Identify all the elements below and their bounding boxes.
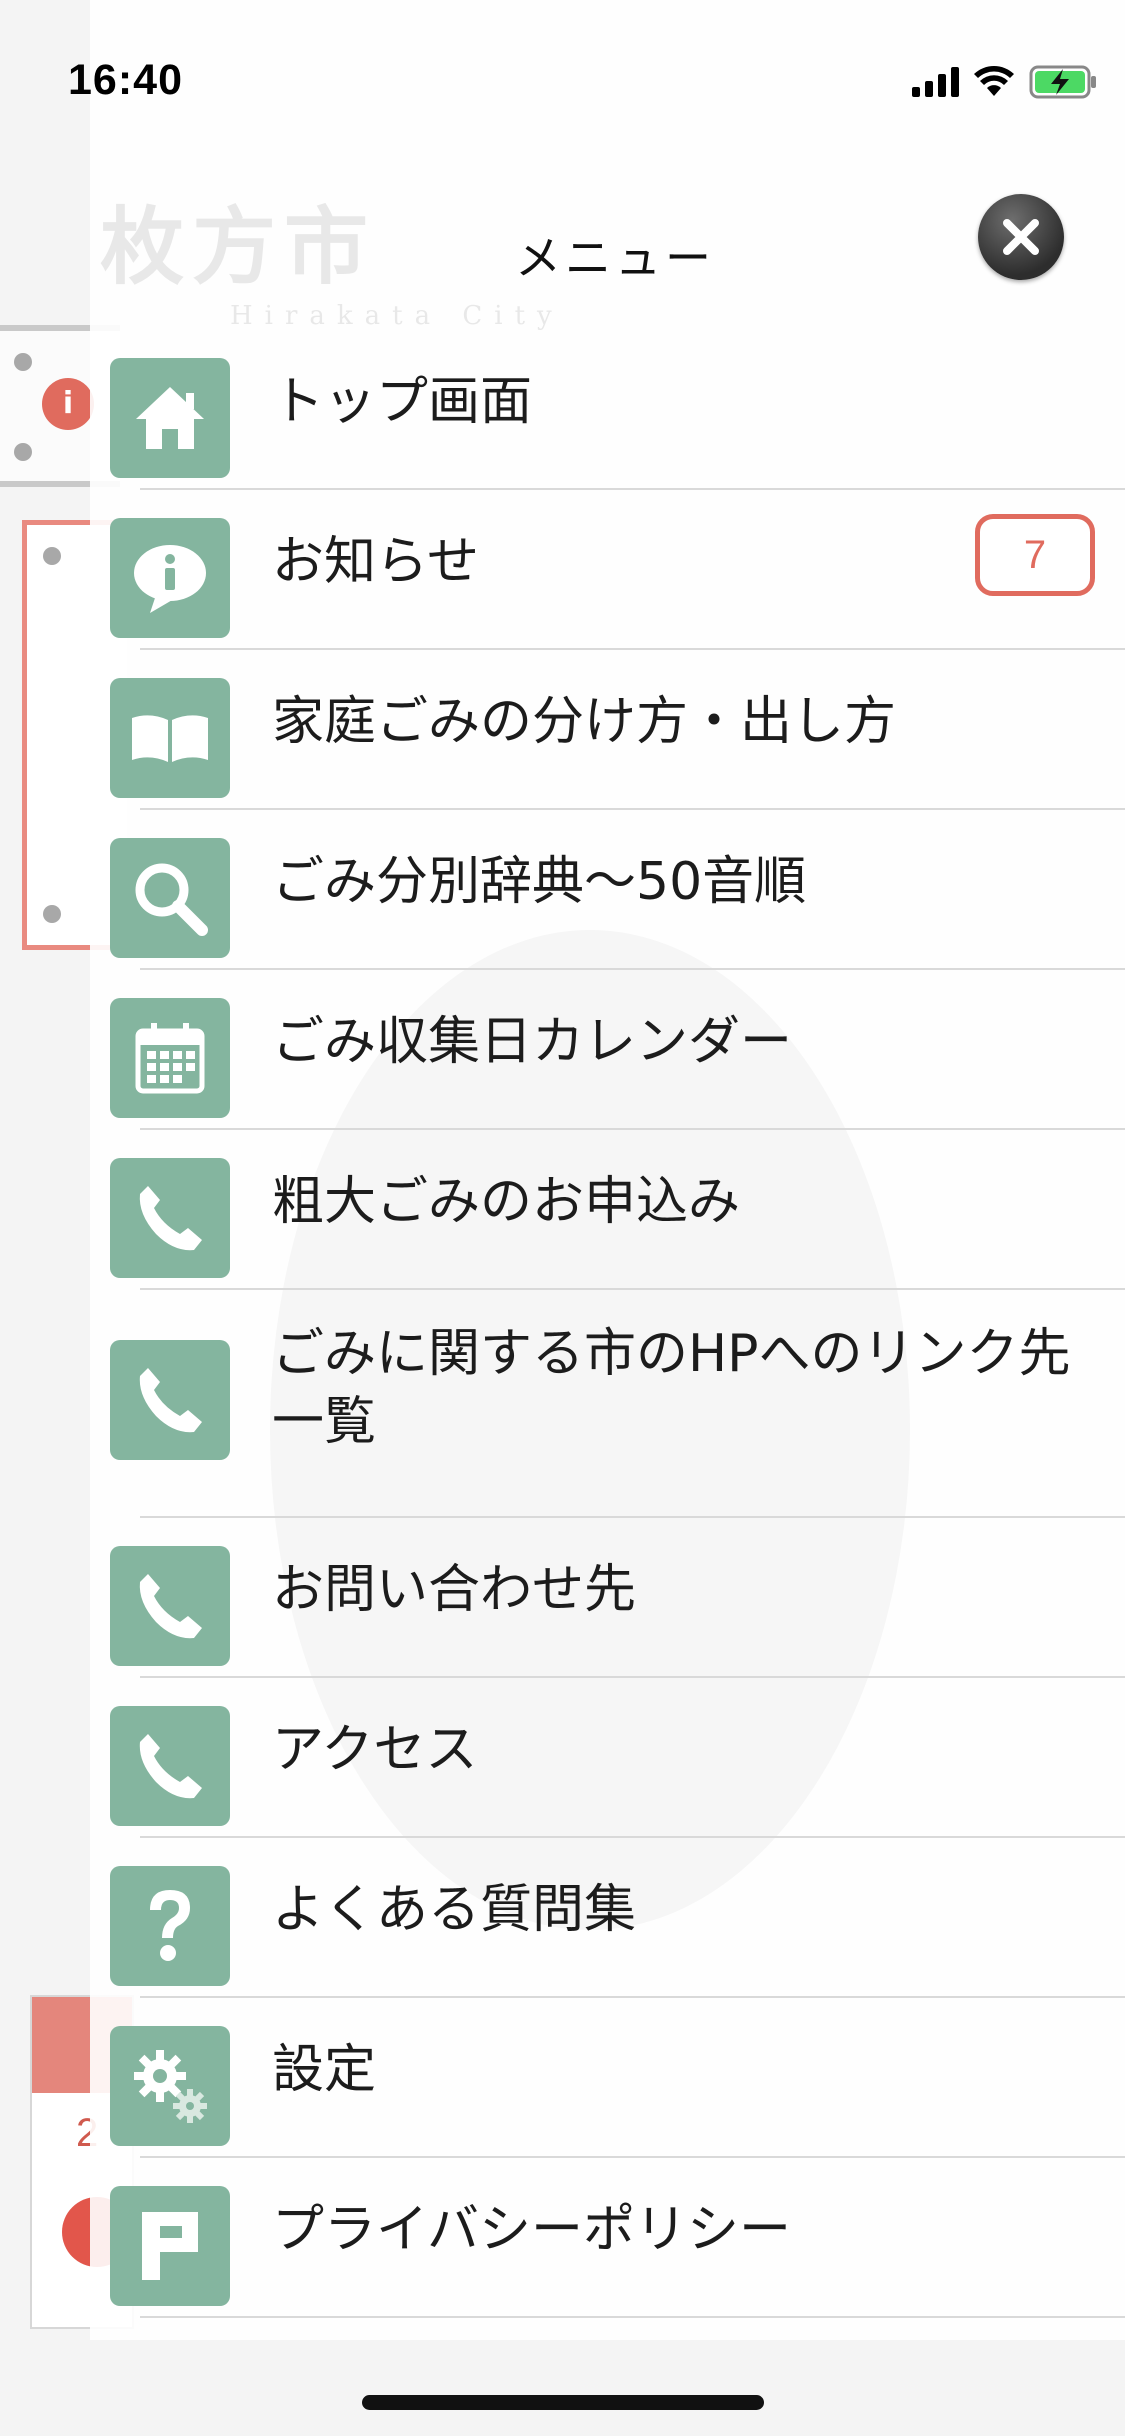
close-icon <box>1003 219 1039 255</box>
battery-charging-icon <box>1029 65 1096 99</box>
menu-item-faq[interactable]: よくある質問集 <box>110 1838 1125 1998</box>
home-icon <box>110 358 230 478</box>
menu-item-sorting-guide[interactable]: 家庭ごみの分け方・出し方 <box>110 650 1125 810</box>
question-icon <box>110 1866 230 1986</box>
menu-item-label: 設定 <box>272 2040 377 2100</box>
menu-item-bulky-waste-application[interactable]: 粗大ごみのお申込み <box>110 1130 1125 1290</box>
phone-icon <box>110 1706 230 1826</box>
menu-item-access[interactable]: アクセス <box>110 1678 1125 1838</box>
close-button[interactable] <box>978 194 1064 280</box>
calendar-icon <box>110 998 230 1118</box>
phone-icon <box>110 1546 230 1666</box>
menu-title: メニュー <box>515 231 715 285</box>
city-logo-subtext: Hirakata City <box>230 301 564 331</box>
menu-item-settings[interactable]: 設定 <box>110 1998 1125 2158</box>
menu-item-label: アクセス <box>272 1720 478 1780</box>
phone-icon <box>110 1158 230 1278</box>
status-time: 16:40 <box>68 56 183 104</box>
wifi-icon <box>974 66 1014 96</box>
cellular-signal-icon <box>912 67 959 97</box>
menu-item-contact[interactable]: お問い合わせ先 <box>110 1518 1125 1678</box>
background-rivet <box>14 443 32 461</box>
menu-item-calendar[interactable]: ごみ収集日カレンダー <box>110 970 1125 1130</box>
menu-item-label: お問い合わせ先 <box>272 1560 637 1620</box>
menu-item-label: プライバシーポリシー <box>272 2200 791 2260</box>
status-bar: 16:40 <box>0 0 1125 150</box>
menu-item-label: ごみに関する市のHPへのリンク先一覧 <box>272 1324 1071 1452</box>
status-icons <box>912 60 1099 104</box>
background-rivet <box>14 353 32 371</box>
home-indicator[interactable] <box>362 2395 764 2410</box>
city-logo-watermark: 枚方市 Hirakata City <box>100 180 564 331</box>
menu-item-city-links[interactable]: ごみに関する市のHPへのリンク先一覧 <box>110 1290 1125 1518</box>
menu-item-label: トップ画面 <box>272 372 533 432</box>
search-icon <box>110 838 230 958</box>
menu-item-label: お知らせ <box>272 532 479 592</box>
parking-p-icon <box>110 2186 230 2306</box>
book-icon <box>110 678 230 798</box>
menu-item-label: ごみ収集日カレンダー <box>272 1012 793 1072</box>
menu-item-top-screen[interactable]: トップ画面 <box>110 330 1125 490</box>
notice-count-badge: 7 <box>975 514 1095 596</box>
menu-list: トップ画面 お知らせ 7 家庭ごみの分け方・出し方 ごみ分別辞典〜50音順 ごみ… <box>90 330 1125 2318</box>
menu-item-dictionary[interactable]: ごみ分別辞典〜50音順 <box>110 810 1125 970</box>
background-rivet <box>43 547 61 565</box>
menu-item-label: よくある質問集 <box>272 1880 637 1940</box>
menu-item-label: 家庭ごみの分け方・出し方 <box>272 692 897 752</box>
phone-icon <box>110 1340 230 1460</box>
background-rivet <box>43 905 61 923</box>
gear-icon <box>110 2026 230 2146</box>
menu-item-label: ごみ分別辞典〜50音順 <box>272 852 807 912</box>
menu-item-privacy-policy[interactable]: プライバシーポリシー <box>110 2158 1125 2318</box>
info-speech-icon <box>110 518 230 638</box>
menu-item-notices[interactable]: お知らせ 7 <box>110 490 1125 650</box>
city-logo-text: 枚方市 <box>100 197 377 296</box>
background-notice-badge: i <box>42 378 94 430</box>
menu-item-label: 粗大ごみのお申込み <box>272 1172 741 1232</box>
